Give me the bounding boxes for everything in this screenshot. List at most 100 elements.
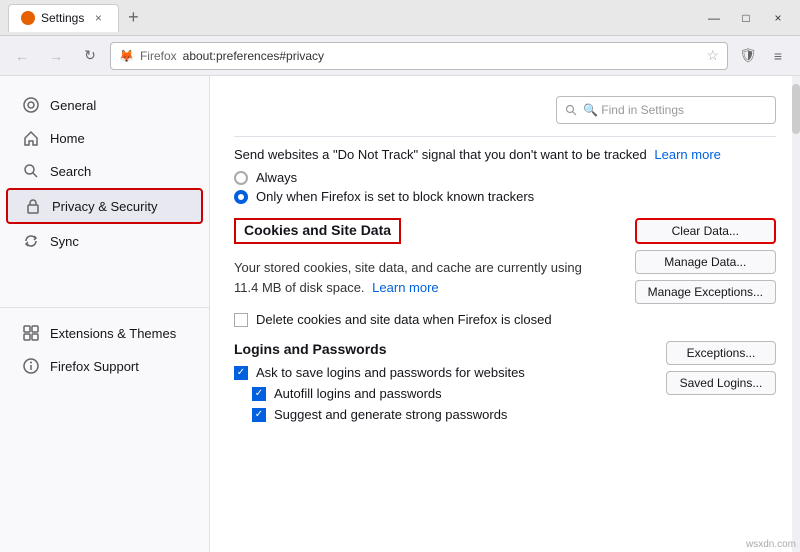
firefox-icon: 🦊 [119,49,134,63]
main-layout: General Home Search Privacy & Security S… [0,76,800,552]
dnt-always-label: Always [256,170,297,185]
sync-icon [22,232,40,250]
dnt-always-radio[interactable] [234,171,248,185]
menu-icon[interactable]: ≡ [764,42,792,70]
back-button[interactable]: ← [8,42,36,70]
shield-icon[interactable]: 🛡 [734,42,762,70]
close-button[interactable]: × [764,4,792,32]
dnt-trackers-option[interactable]: Only when Firefox is set to block known … [234,189,776,204]
general-icon [22,96,40,114]
scrollbar-thumb[interactable] [792,84,800,134]
sidebar-item-search[interactable]: Search [6,155,203,187]
delete-cookies-checkbox[interactable] [234,313,248,327]
home-icon [22,129,40,147]
dnt-label: Send websites a "Do Not Track" signal th… [234,147,647,162]
manage-exceptions-button[interactable]: Manage Exceptions... [635,280,776,304]
tab-title: Settings [41,11,84,25]
cookies-button-group: Clear Data... Manage Data... Manage Exce… [635,218,776,304]
delete-cookies-option[interactable]: Delete cookies and site data when Firefo… [234,312,776,327]
dnt-trackers-radio[interactable] [234,190,248,204]
sidebar-item-label: Firefox Support [50,359,139,374]
forward-button[interactable]: → [42,42,70,70]
radio-dot [238,194,244,200]
sidebar-item-label: Privacy & Security [52,199,157,214]
logins-button-group: Exceptions... Saved Logins... [666,341,776,395]
suggest-passwords-checkbox[interactable]: ✓ [252,408,266,422]
checkmark-icon: ✓ [237,367,245,378]
logins-header-row: Logins and Passwords ✓ Ask to save login… [234,341,776,428]
sidebar: General Home Search Privacy & Security S… [0,76,210,552]
scrollbar-track[interactable] [792,76,800,552]
maximize-button[interactable]: □ [732,4,760,32]
saved-logins-button[interactable]: Saved Logins... [666,371,776,395]
settings-tab[interactable]: Settings × [8,4,119,32]
separator-top [234,136,776,137]
save-logins-label: Ask to save logins and passwords for web… [256,365,525,380]
sidebar-item-general[interactable]: General [6,89,203,121]
suggest-passwords-option[interactable]: ✓ Suggest and generate strong passwords [252,407,638,422]
dnt-radio-group: Always Only when Firefox is set to block… [234,170,776,204]
dnt-row: Send websites a "Do Not Track" signal th… [234,147,776,162]
dnt-learn-more-link[interactable]: Learn more [654,147,720,162]
sidebar-item-extensions[interactable]: Extensions & Themes [6,317,203,349]
cookies-section-header: Cookies and Site Data [234,218,401,244]
sidebar-item-label: Search [50,164,91,179]
autofill-option[interactable]: ✓ Autofill logins and passwords [252,386,638,401]
find-placeholder: 🔍 Find in Settings [583,103,684,117]
cookies-description: Your stored cookies, site data, and cach… [234,258,607,297]
cookies-header-row: Cookies and Site Data Your stored cookie… [234,218,776,304]
address-bar[interactable]: 🦊 Firefox about:preferences#privacy ☆ [110,42,728,70]
tab-favicon [21,11,35,25]
find-bar: 🔍 Find in Settings [234,96,776,124]
dnt-always-option[interactable]: Always [234,170,776,185]
sidebar-item-label: Home [50,131,85,146]
save-logins-option[interactable]: ✓ Ask to save logins and passwords for w… [234,365,638,380]
autofill-checkbox[interactable]: ✓ [252,387,266,401]
logins-section: Logins and Passwords ✓ Ask to save login… [234,341,776,428]
watermark: wsxdn.com [746,539,796,550]
lock-icon [24,197,42,215]
firefox-label: Firefox [140,49,177,63]
exceptions-button[interactable]: Exceptions... [666,341,776,365]
search-icon [22,162,40,180]
window-controls: — □ × [700,4,792,32]
delete-cookies-label: Delete cookies and site data when Firefo… [256,312,552,327]
content-area: 🔍 Find in Settings Send websites a "Do N… [210,76,800,552]
info-icon [22,357,40,375]
tab-area: Settings × + [8,4,700,32]
new-tab-button[interactable]: + [119,4,147,32]
sidebar-item-support[interactable]: Firefox Support [6,350,203,382]
sidebar-item-home[interactable]: Home [6,122,203,154]
titlebar: Settings × + — □ × [0,0,800,36]
cookies-header-label: Cookies and Site Data [244,222,391,238]
sidebar-bottom: Extensions & Themes Firefox Support [0,307,209,382]
sidebar-item-privacy-security[interactable]: Privacy & Security [6,188,203,224]
sidebar-item-label: Sync [50,234,79,249]
checkmark-icon: ✓ [255,409,263,420]
suggest-passwords-label: Suggest and generate strong passwords [274,407,507,422]
manage-data-button[interactable]: Manage Data... [635,250,776,274]
find-input[interactable]: 🔍 Find in Settings [556,96,776,124]
cookies-left: Cookies and Site Data Your stored cookie… [234,218,607,303]
cookies-learn-more-link[interactable]: Learn more [372,280,438,295]
sidebar-item-sync[interactable]: Sync [6,225,203,257]
tab-close-button[interactable]: × [90,10,106,26]
clear-data-button[interactable]: Clear Data... [635,218,776,244]
checkmark-icon: ✓ [255,388,263,399]
address-text: about:preferences#privacy [183,49,701,63]
minimize-button[interactable]: — [700,4,728,32]
refresh-button[interactable]: ↻ [76,42,104,70]
sidebar-item-label: General [50,98,96,113]
logins-header-label: Logins and Passwords [234,341,638,357]
toolbar-icons: 🛡 ≡ [734,42,792,70]
cookies-section: Cookies and Site Data Your stored cookie… [234,218,776,327]
dnt-trackers-label: Only when Firefox is set to block known … [256,189,534,204]
autofill-label: Autofill logins and passwords [274,386,442,401]
extensions-icon [22,324,40,342]
sidebar-item-label: Extensions & Themes [50,326,176,341]
bookmark-star-icon[interactable]: ☆ [706,47,719,64]
navbar: ← → ↻ 🦊 Firefox about:preferences#privac… [0,36,800,76]
save-logins-checkbox[interactable]: ✓ [234,366,248,380]
logins-left: Logins and Passwords ✓ Ask to save login… [234,341,638,428]
find-search-icon [565,104,577,116]
